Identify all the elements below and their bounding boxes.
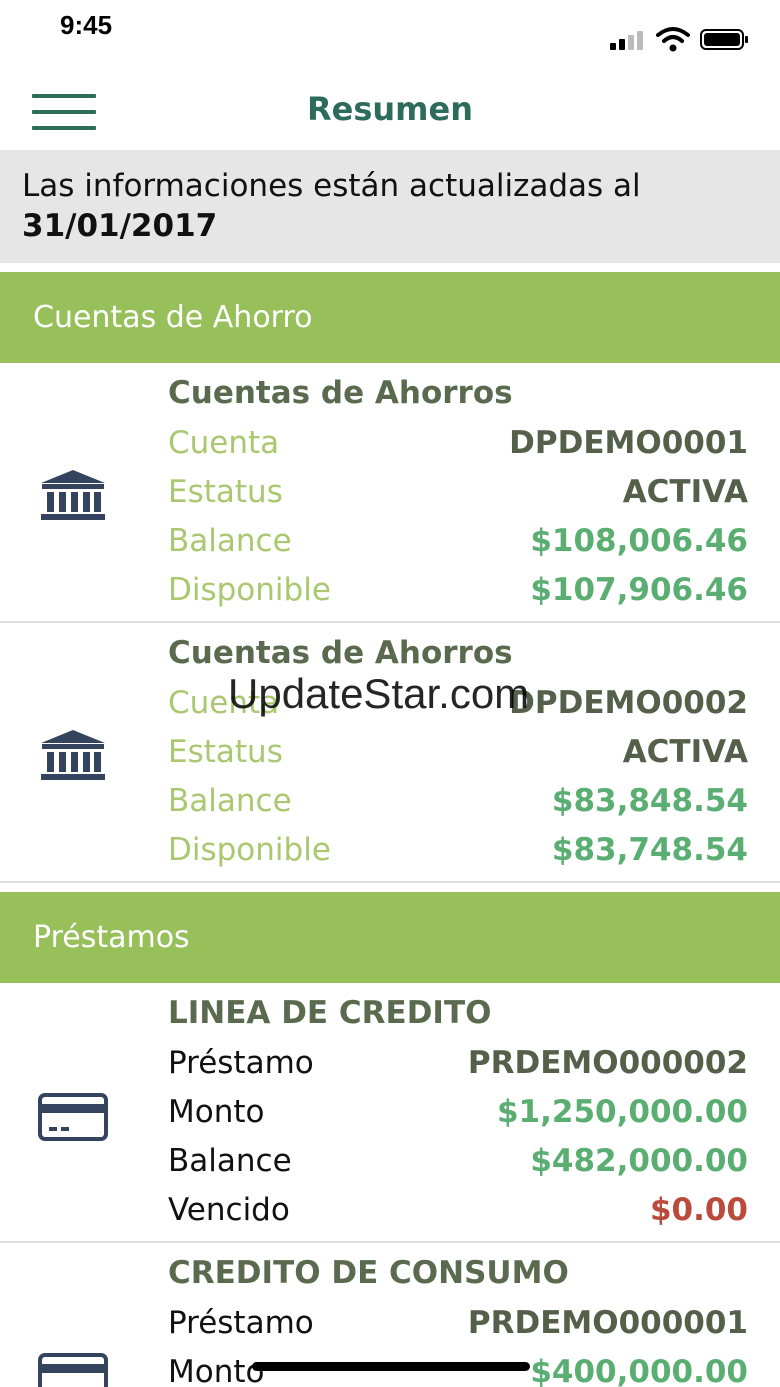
row-label: Préstamo (168, 1305, 314, 1341)
loan-row: Monto $1,250,000.00 (168, 1094, 748, 1142)
battery-icon (700, 29, 748, 50)
row-label: Estatus (168, 734, 283, 770)
loan-row: Balance $482,000.00 (168, 1143, 748, 1191)
row-value: $1,250,000.00 (496, 1094, 748, 1130)
row-value: $107,906.46 (530, 572, 748, 608)
row-label: Cuenta (168, 425, 280, 461)
row-value: $400,000.00 (530, 1354, 748, 1387)
update-banner: Las informaciones están actualizadas al … (0, 150, 780, 263)
account-row: Disponible $83,748.54 (168, 832, 748, 880)
section-header-loans: Préstamos (0, 892, 780, 983)
credit-card-icon (38, 1093, 108, 1141)
account-row: Cuenta DPDEMO0001 (168, 425, 748, 473)
row-label: Disponible (168, 832, 331, 868)
row-value: DPDEMO0002 (509, 685, 748, 721)
row-value: $108,006.46 (530, 523, 748, 559)
row-value: $0.00 (649, 1192, 748, 1228)
row-value: ACTIVA (622, 734, 748, 770)
row-label: Balance (168, 523, 292, 559)
row-value: $482,000.00 (530, 1143, 748, 1179)
account-row: Balance $83,848.54 (168, 783, 748, 831)
account-row: Disponible $107,906.46 (168, 572, 748, 620)
row-value: ACTIVA (622, 474, 748, 510)
row-label: Estatus (168, 474, 283, 510)
update-banner-text: Las informaciones están actualizadas al (22, 168, 641, 204)
row-value: $83,748.54 (551, 832, 748, 868)
loan-row: Préstamo PRDEMO000002 (168, 1045, 748, 1093)
row-label: Vencido (168, 1192, 290, 1228)
row-label: Préstamo (168, 1045, 314, 1081)
loan-card[interactable]: LINEA DE CREDITO Préstamo PRDEMO000002 M… (0, 983, 780, 1243)
row-label: Balance (168, 1143, 292, 1179)
loan-row: Vencido $0.00 (168, 1192, 748, 1240)
section-title: Cuentas de Ahorro (33, 300, 313, 335)
update-banner-date: 31/01/2017 (22, 208, 218, 244)
bank-icon (41, 470, 105, 520)
row-label: Balance (168, 783, 292, 819)
row-label: Disponible (168, 572, 331, 608)
status-bar: 9:45 (0, 0, 780, 60)
account-title: Cuentas de Ahorros (168, 375, 513, 411)
row-value: $83,848.54 (551, 783, 748, 819)
credit-card-icon (38, 1353, 108, 1387)
bank-icon (41, 730, 105, 780)
account-row: Balance $108,006.46 (168, 523, 748, 571)
cellular-signal-icon (610, 30, 648, 50)
account-row: Estatus ACTIVA (168, 474, 748, 522)
row-label: Monto (168, 1094, 265, 1130)
row-value: PRDEMO000002 (467, 1045, 748, 1081)
home-indicator[interactable] (252, 1362, 530, 1371)
row-value: PRDEMO000001 (467, 1305, 748, 1341)
account-row: Estatus ACTIVA (168, 734, 748, 782)
row-label: Cuenta (168, 685, 280, 721)
loan-title: LINEA DE CREDITO (168, 995, 492, 1031)
row-value: DPDEMO0001 (509, 425, 748, 461)
row-label: Monto (168, 1354, 265, 1387)
loan-row: Préstamo PRDEMO000001 (168, 1305, 748, 1353)
nav-bar: Resumen (0, 70, 780, 150)
account-row: Cuenta DPDEMO0002 (168, 685, 748, 733)
section-header-savings: Cuentas de Ahorro (0, 272, 780, 363)
page-title: Resumen (307, 90, 473, 128)
account-card[interactable]: Cuentas de Ahorros Cuenta DPDEMO0001 Est… (0, 363, 780, 623)
account-card[interactable]: Cuentas de Ahorros Cuenta DPDEMO0002 Est… (0, 623, 780, 883)
status-time: 9:45 (60, 10, 113, 40)
hamburger-menu-button[interactable] (32, 92, 98, 132)
hamburger-icon (32, 94, 96, 98)
account-title: Cuentas de Ahorros (168, 635, 513, 671)
section-title: Préstamos (33, 920, 190, 955)
loan-title: CREDITO DE CONSUMO (168, 1255, 569, 1291)
wifi-icon (656, 27, 690, 52)
